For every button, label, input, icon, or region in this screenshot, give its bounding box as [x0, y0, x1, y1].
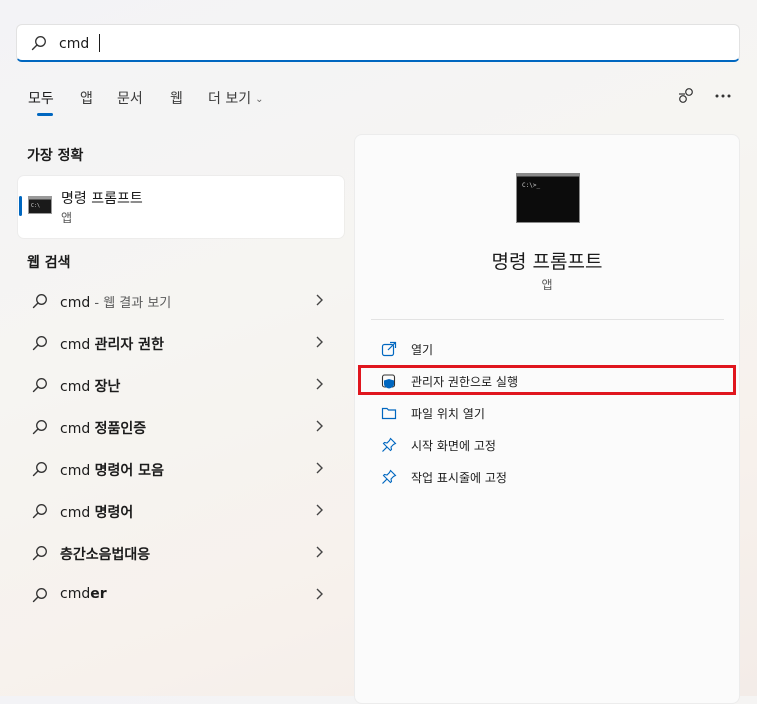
action-pin-start[interactable]: 시작 화면에 고정 — [373, 431, 723, 459]
tab-all[interactable]: 모두 — [28, 88, 54, 108]
search-icon — [32, 336, 47, 351]
chevron-right-icon — [316, 588, 323, 600]
more-options-icon[interactable] — [713, 86, 733, 106]
chevron-right-icon — [316, 336, 323, 348]
action-pin-taskbar[interactable]: 작업 표시줄에 고정 — [373, 463, 723, 491]
detail-app-name: 명령 프롬프트 — [491, 251, 603, 273]
svg-text:C:\: C:\ — [31, 203, 40, 209]
web-result-text: cmd — [60, 586, 91, 602]
tab-documents[interactable]: 문서 — [117, 88, 143, 108]
chevron-right-icon — [316, 294, 323, 306]
web-result-bold: 정품인증 — [94, 421, 147, 437]
search-icon — [32, 462, 47, 477]
action-open-file-location[interactable]: 파일 위치 열기 — [373, 399, 723, 427]
web-search-heading: 웹 검색 — [27, 255, 71, 271]
action-open-file-location-label: 파일 위치 열기 — [411, 407, 485, 421]
command-prompt-icon: C:\ — [28, 196, 52, 214]
web-result-bold: 명령어 — [94, 505, 134, 521]
selection-indicator — [19, 196, 22, 216]
web-result-5[interactable]: cmd 명령어 — [18, 491, 344, 531]
search-icon — [32, 504, 47, 519]
search-bar[interactable] — [16, 24, 740, 62]
web-result-4[interactable]: cmd 명령어 모음 — [18, 449, 344, 489]
web-result-2[interactable]: cmd 장난 — [18, 365, 344, 405]
search-icon — [32, 378, 47, 393]
tab-more[interactable]: 더 보기 ⌄ — [208, 88, 263, 108]
folder-icon — [381, 407, 397, 420]
chevron-right-icon — [316, 546, 323, 558]
web-result-text: cmd — [60, 295, 91, 311]
web-result-bold: 관리자 권한 — [94, 337, 164, 353]
chevron-right-icon — [316, 420, 323, 432]
best-match-type: 앱 — [61, 211, 73, 225]
detail-panel: C:\>_ 명령 프롬프트 앱 열기 관리자 권한으로 실행 파일 위치 열기 … — [354, 134, 740, 704]
search-icon — [32, 588, 47, 603]
search-icon — [32, 294, 47, 309]
pin-icon — [382, 437, 397, 452]
tab-web[interactable]: 웹 — [170, 88, 183, 108]
web-result-suffix: - 웹 결과 보기 — [90, 296, 172, 311]
command-prompt-icon: C:\>_ — [516, 173, 580, 223]
tab-apps[interactable]: 앱 — [80, 88, 93, 108]
web-result-6[interactable]: 층간소음법대응 — [18, 533, 344, 573]
best-match-item[interactable]: C:\ 명령 프롬프트 앱 — [18, 176, 344, 238]
web-result-3[interactable]: cmd 정품인증 — [18, 407, 344, 447]
search-icon — [31, 36, 46, 51]
web-result-text: cmd — [60, 421, 95, 437]
web-result-bold: 층간소음법대응 — [60, 547, 151, 563]
text-cursor — [99, 34, 100, 52]
chevron-right-icon — [316, 378, 323, 390]
web-result-text: cmd — [60, 463, 95, 479]
web-result-0[interactable]: cmd - 웹 결과 보기 — [18, 281, 344, 321]
best-match-heading: 가장 정확 — [27, 148, 84, 164]
chevron-right-icon — [316, 462, 323, 474]
highlight-box — [358, 365, 736, 395]
best-match-name: 명령 프롬프트 — [61, 191, 143, 207]
search-icon — [32, 546, 47, 561]
web-result-bold: 명령어 모음 — [94, 463, 164, 479]
web-result-1[interactable]: cmd 관리자 권한 — [18, 323, 344, 363]
active-tab-indicator — [37, 113, 53, 116]
web-result-bold: er — [90, 586, 107, 602]
pin-icon — [382, 469, 397, 484]
search-icon — [32, 420, 47, 435]
share-icon[interactable] — [676, 86, 696, 106]
action-pin-taskbar-label: 작업 표시줄에 고정 — [411, 471, 507, 485]
web-result-text: cmd — [60, 379, 95, 395]
web-result-bold: 장난 — [94, 379, 121, 395]
web-result-text: cmd — [60, 505, 95, 521]
svg-text:C:\>_: C:\>_ — [522, 182, 540, 189]
detail-app-type: 앱 — [541, 278, 553, 292]
chevron-down-icon: ⌄ — [255, 93, 264, 105]
action-open-label: 열기 — [411, 343, 434, 357]
divider — [371, 319, 724, 320]
action-pin-start-label: 시작 화면에 고정 — [411, 439, 496, 453]
open-external-icon — [381, 341, 397, 357]
action-open[interactable]: 열기 — [373, 335, 723, 363]
chevron-right-icon — [316, 504, 323, 516]
tab-more-label: 더 보기 — [208, 91, 252, 107]
search-input[interactable] — [57, 31, 721, 57]
web-result-text: cmd — [60, 337, 95, 353]
web-result-7[interactable]: cmder — [18, 575, 344, 615]
